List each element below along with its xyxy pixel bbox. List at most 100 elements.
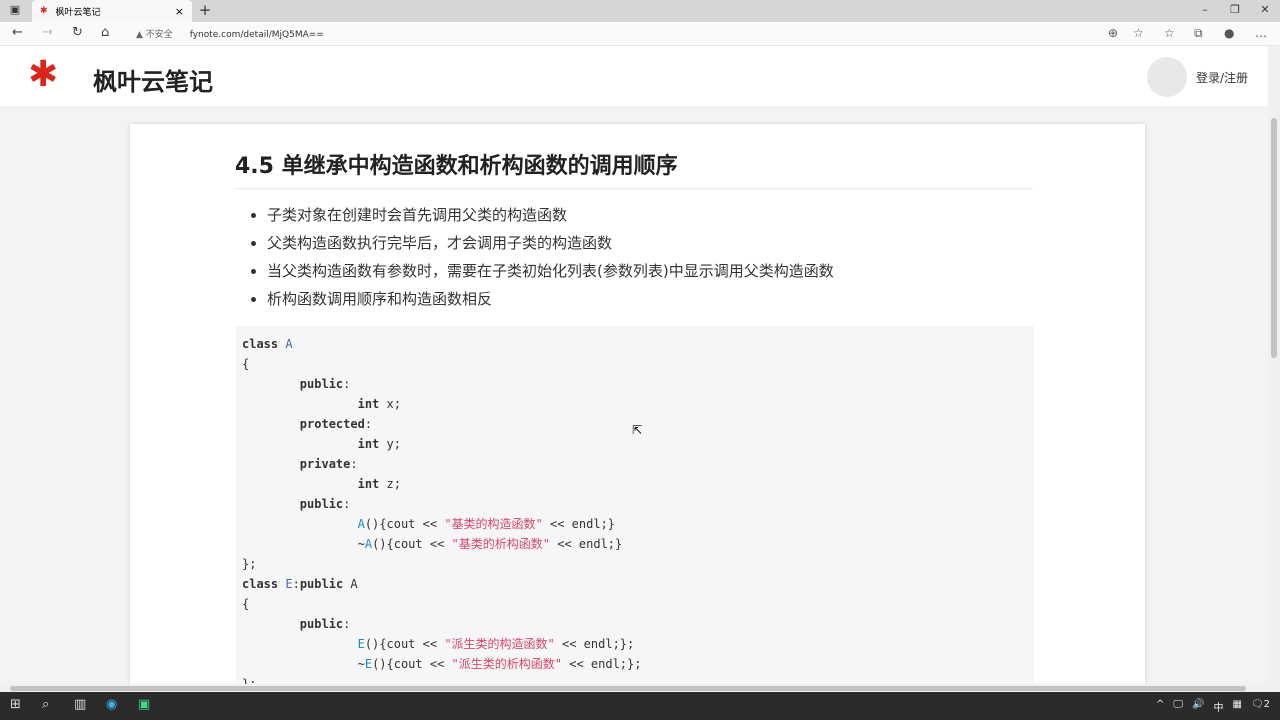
code-token: A [364,537,373,551]
zoom-icon[interactable]: ⊕ [1108,26,1118,40]
task-view-icon[interactable]: ▥ [74,697,86,712]
code-token: public [299,617,344,631]
tab-bar: ▣ ✱ 枫叶云笔记 × + – ❐ ✕ [0,0,1280,22]
code-token: << endl;}; [562,657,642,671]
code-token: { [242,597,250,611]
ime-mode-icon[interactable]: ▦ [1232,699,1241,714]
maple-leaf-logo-icon: ✱ [28,54,59,95]
list-item: 父类构造函数执行完毕后，才会调用子类的构造函数 [267,232,834,260]
address-bar-row: ← → ↻ ⌂ ▲ 不安全 fynote.com/detail/MjQ5MA==… [0,22,1280,46]
refresh-icon[interactable]: ↻ [72,25,83,40]
add-favorite-icon[interactable]: ☆ [1133,26,1144,40]
favorites-icon[interactable]: ☆ [1164,26,1175,40]
bullet-list: 子类对象在创建时会首先调用父类的构造函数 父类构造函数执行完毕后，才会调用子类的… [267,204,834,316]
code-token: x; [379,397,401,411]
code-line: public: [242,374,1028,394]
code-token: "派生类的构造函数" [444,637,555,651]
list-item: 当父类构造函数有参数时，需要在子类初始化列表(参数列表)中显示调用父类构造函数 [267,260,834,288]
taskbar: ⊞ ⌕ ▥ ◉ ▣ ^ 🖵 🔊 中 ▦ 🗨2 [0,692,1280,720]
code-line: ~E(){cout << "派生类的析构函数" << endl;}; [242,654,1028,674]
code-line: class E:public A [242,574,1028,594]
ime-indicator[interactable]: 中 [1213,699,1223,714]
tab-close-button[interactable]: × [175,5,184,18]
more-icon[interactable]: … [1255,26,1267,40]
code-line: public: [242,494,1028,514]
code-token: "基类的构造函数" [444,517,543,531]
url-field[interactable]: ▲ 不安全 fynote.com/detail/MjQ5MA== [136,27,324,40]
code-token: private [299,457,351,471]
edge-icon[interactable]: ◉ [106,697,117,712]
code-line: }; [242,674,1028,684]
network-icon[interactable]: 🖵 [1173,699,1183,714]
article-card: 4.5 单继承中构造函数和析构函数的调用顺序 子类对象在创建时会首先调用父类的构… [130,124,1145,684]
code-token: z; [379,477,401,491]
back-icon[interactable]: ← [12,25,23,40]
code-line: A(){cout << "基类的构造函数" << endl;} [242,514,1028,534]
minimize-button[interactable]: – [1190,0,1220,22]
new-tab-button[interactable]: + [190,0,220,22]
code-token: E [285,577,293,591]
tray-chevron-icon[interactable]: ^ [1156,699,1164,714]
volume-icon[interactable]: 🔊 [1192,699,1204,714]
code-token: }; [242,557,257,571]
code-token: << endl;}; [554,637,635,651]
horizontal-scrollbar[interactable] [0,684,1280,692]
site-brand[interactable]: 枫叶云笔记 [93,62,213,97]
code-token: y; [379,437,401,451]
list-item: 析构函数调用顺序和构造函数相反 [267,288,834,316]
list-item: 子类对象在创建时会首先调用父类的构造函数 [267,204,834,232]
code-token: << endl;} [542,517,616,531]
code-token: : [343,377,351,391]
ide-icon[interactable]: ▣ [138,697,150,712]
code-token: A [285,337,293,351]
close-window-button[interactable]: ✕ [1250,0,1280,22]
vertical-scrollbar[interactable] [1268,46,1280,684]
code-token: A [357,517,365,531]
home-icon[interactable]: ⌂ [101,25,109,40]
code-line: class A [242,334,1028,354]
code-token: int [357,437,380,451]
scroll-thumb[interactable] [1271,118,1277,358]
warning-icon: ▲ [136,30,146,40]
code-line: { [242,354,1028,374]
browser-tab[interactable]: ✱ 枫叶云笔记 × [32,0,192,22]
code-line: public: [242,614,1028,634]
start-icon[interactable]: ⊞ [10,697,21,712]
code-token: << endl;} [550,537,623,551]
maximize-button[interactable]: ❐ [1220,0,1250,22]
forward-icon[interactable]: → [42,25,53,40]
site-header: ✱ 枫叶云笔记 登录/注册 [0,46,1268,106]
code-line: { [242,594,1028,614]
code-token: "基类的析构函数" [451,537,550,551]
code-token: : [364,417,373,431]
notifications-icon[interactable]: 🗨2 [1251,699,1270,714]
code-token: (){cout << [372,657,452,671]
code-token: A [343,577,358,591]
code-line: E(){cout << "派生类的构造函数" << endl;}; [242,634,1028,654]
code-token: public [299,577,344,591]
code-token: : [292,577,300,591]
code-token: E [357,637,365,651]
code-token: public [299,497,344,511]
collections-icon[interactable]: ⧉ [1194,26,1203,41]
avatar[interactable] [1147,57,1187,97]
tab-actions-icon[interactable]: ▣ [0,0,30,22]
code-token: int [357,477,380,491]
mouse-cursor-icon: ⇱ [632,423,643,437]
search-icon[interactable]: ⌕ [42,697,49,712]
code-line: }; [242,554,1028,574]
scroll-thumb[interactable] [10,686,1246,691]
code-line: ~A(){cout << "基类的析构函数" << endl;} [242,534,1028,554]
code-token: public [299,377,344,391]
code-line: int x; [242,394,1028,414]
profile-icon[interactable]: ● [1224,26,1234,40]
login-link[interactable]: 登录/注册 [1196,69,1248,86]
code-token: int [357,397,380,411]
